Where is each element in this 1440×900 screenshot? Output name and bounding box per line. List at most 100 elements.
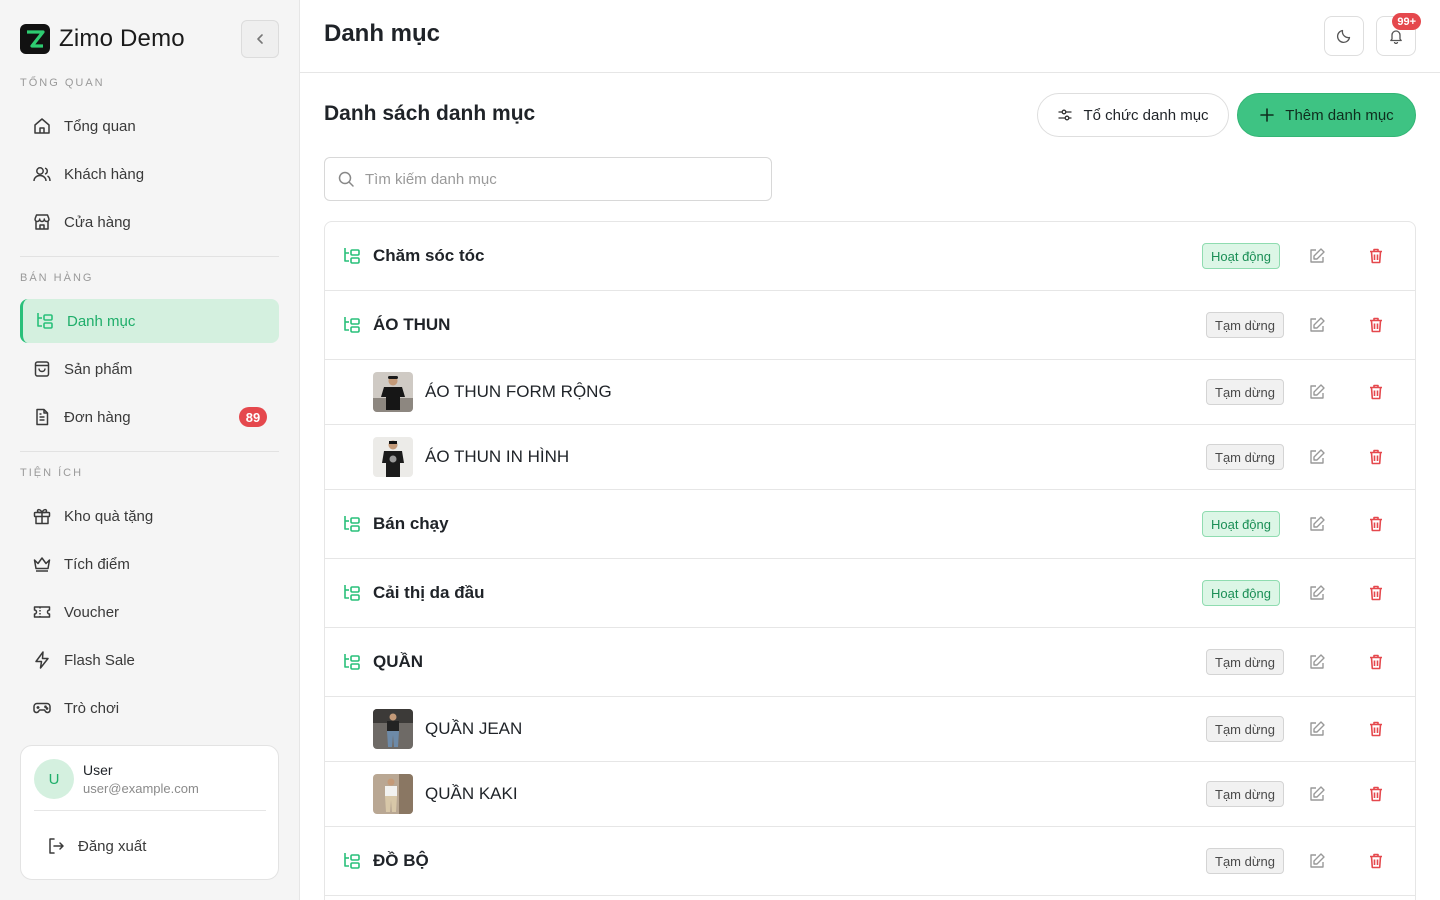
category-row[interactable]: ĐỒ BỘ Tạm dừng xyxy=(325,827,1415,896)
sidebar-item-label: Đơn hàng xyxy=(64,408,131,426)
sidebar-item-products[interactable]: Sản phẩm xyxy=(20,347,279,391)
category-name: QUẦN JEAN xyxy=(425,719,523,738)
avatar[interactable]: U xyxy=(34,759,74,799)
category-row[interactable]: QUẦN JEAN Tạm dừng xyxy=(325,697,1415,762)
category-row[interactable]: QUẦN KAKI Tạm dừng xyxy=(325,762,1415,827)
sidebar-item-flash-sale[interactable]: Flash Sale xyxy=(20,638,279,682)
sidebar-divider xyxy=(20,256,279,257)
sidebar-item-label: Voucher xyxy=(64,603,120,621)
status-badge: Tạm dừng xyxy=(1206,716,1285,742)
trash-icon[interactable] xyxy=(1366,784,1386,804)
lightning-icon xyxy=(32,650,52,670)
category-row[interactable]: Bán chạy Hoạt động xyxy=(325,490,1415,559)
trash-icon[interactable] xyxy=(1366,514,1386,534)
brand[interactable]: Zimo Demo xyxy=(20,24,185,54)
trash-icon[interactable] xyxy=(1366,246,1386,266)
section-label-sales: BÁN HÀNG xyxy=(20,272,94,284)
category-row[interactable]: ÁO THUN Tạm dừng xyxy=(325,291,1415,360)
collapse-sidebar-button[interactable] xyxy=(241,20,279,58)
category-thumbnail xyxy=(373,437,413,477)
sidebar-item-gift-store[interactable]: Kho quà tặng xyxy=(20,494,279,538)
status-badge: Hoạt động xyxy=(1202,511,1280,537)
category-name: ÁO THUN xyxy=(373,315,451,334)
bell-icon xyxy=(1388,28,1404,44)
add-category-button[interactable]: Thêm danh mục xyxy=(1237,93,1416,137)
status-badge: Hoạt động xyxy=(1202,580,1280,606)
category-row[interactable]: Cải thị da đầu Hoạt động xyxy=(325,559,1415,628)
edit-icon[interactable] xyxy=(1307,784,1327,804)
shopping-bag-icon xyxy=(32,359,52,379)
edit-icon[interactable] xyxy=(1307,246,1327,266)
trash-icon[interactable] xyxy=(1366,315,1386,335)
logout-button[interactable]: Đăng xuất xyxy=(34,826,266,866)
category-tree-icon xyxy=(342,583,362,603)
status-badge: Tạm dừng xyxy=(1206,444,1285,470)
plus-icon xyxy=(1259,107,1275,123)
category-name: Bán chạy xyxy=(373,514,449,533)
user-card: U User user@example.com Đăng xuất xyxy=(20,745,279,880)
category-name: ÁO THUN FORM RỘNG xyxy=(425,382,612,401)
sidebar: Zimo Demo TỔNG QUAN Tổng quan Khách hàng… xyxy=(0,0,300,900)
sidebar-item-stores[interactable]: Cửa hàng xyxy=(20,200,279,244)
crown-icon xyxy=(32,554,52,574)
sidebar-item-orders[interactable]: Đơn hàng 89 xyxy=(20,395,279,439)
notifications-button[interactable]: 99+ xyxy=(1376,13,1421,56)
trash-icon[interactable] xyxy=(1366,382,1386,402)
sidebar-item-voucher[interactable]: Voucher xyxy=(20,590,279,634)
brand-logo-icon xyxy=(20,24,50,54)
orders-count-badge: 89 xyxy=(239,407,267,427)
category-thumbnail xyxy=(373,709,413,749)
category-name: ÁO THUN IN HÌNH xyxy=(425,447,570,466)
search-icon xyxy=(337,170,355,188)
top-bar: Danh mục 99+ xyxy=(300,0,1440,73)
trash-icon[interactable] xyxy=(1366,652,1386,672)
search-box xyxy=(324,157,772,201)
page-title: Danh mục xyxy=(324,20,441,47)
sidebar-item-games[interactable]: Trò chơi xyxy=(20,686,279,730)
search-input[interactable] xyxy=(365,170,745,188)
category-row[interactable]: ÁO THUN IN HÌNH Tạm dừng xyxy=(325,425,1415,490)
edit-icon[interactable] xyxy=(1307,382,1327,402)
trash-icon[interactable] xyxy=(1366,583,1386,603)
category-name: QUẦN KAKI xyxy=(425,784,518,803)
organize-categories-button[interactable]: Tổ chức danh mục xyxy=(1037,93,1229,137)
category-name: Cải thị da đầu xyxy=(373,583,485,602)
edit-icon[interactable] xyxy=(1307,583,1327,603)
edit-icon[interactable] xyxy=(1307,719,1327,739)
users-icon xyxy=(32,164,52,184)
sidebar-item-label: Tích điểm xyxy=(64,555,130,573)
trash-icon[interactable] xyxy=(1366,851,1386,871)
sidebar-item-label: Kho quà tặng xyxy=(64,507,154,525)
theme-toggle-button[interactable] xyxy=(1324,16,1364,56)
category-name: Chăm sóc tóc xyxy=(373,246,485,265)
trash-icon[interactable] xyxy=(1366,719,1386,739)
ticket-icon xyxy=(32,602,52,622)
sidebar-item-overview[interactable]: Tổng quan xyxy=(20,104,279,148)
edit-icon[interactable] xyxy=(1307,315,1327,335)
sidebar-item-categories[interactable]: Danh mục xyxy=(20,299,279,343)
category-row[interactable]: Chăm sóc tóc Hoạt động xyxy=(325,222,1415,291)
sidebar-item-label: Danh mục xyxy=(67,312,136,330)
moon-icon xyxy=(1336,28,1352,44)
category-tree-icon xyxy=(342,315,362,335)
sidebar-item-customers[interactable]: Khách hàng xyxy=(20,152,279,196)
user-email: user@example.com xyxy=(83,781,199,796)
store-icon xyxy=(32,212,52,232)
status-badge: Tạm dừng xyxy=(1206,379,1285,405)
file-text-icon xyxy=(32,407,52,427)
edit-icon[interactable] xyxy=(1307,652,1327,672)
edit-icon[interactable] xyxy=(1307,514,1327,534)
add-label: Thêm danh mục xyxy=(1285,106,1394,124)
edit-icon[interactable] xyxy=(1307,851,1327,871)
trash-icon[interactable] xyxy=(1366,447,1386,467)
status-badge: Tạm dừng xyxy=(1206,781,1285,807)
sidebar-item-loyalty[interactable]: Tích điểm xyxy=(20,542,279,586)
edit-icon[interactable] xyxy=(1307,447,1327,467)
category-tree-icon xyxy=(342,246,362,266)
category-list: Chăm sóc tóc Hoạt động ÁO THUN Tạm dừng … xyxy=(324,221,1416,900)
sidebar-item-label: Trò chơi xyxy=(64,699,120,717)
category-row[interactable]: QUẦN Tạm dừng xyxy=(325,628,1415,697)
category-name: QUẦN xyxy=(373,652,424,671)
category-row[interactable]: ÁO THUN FORM RỘNG Tạm dừng xyxy=(325,360,1415,425)
category-tree-icon xyxy=(35,311,55,331)
